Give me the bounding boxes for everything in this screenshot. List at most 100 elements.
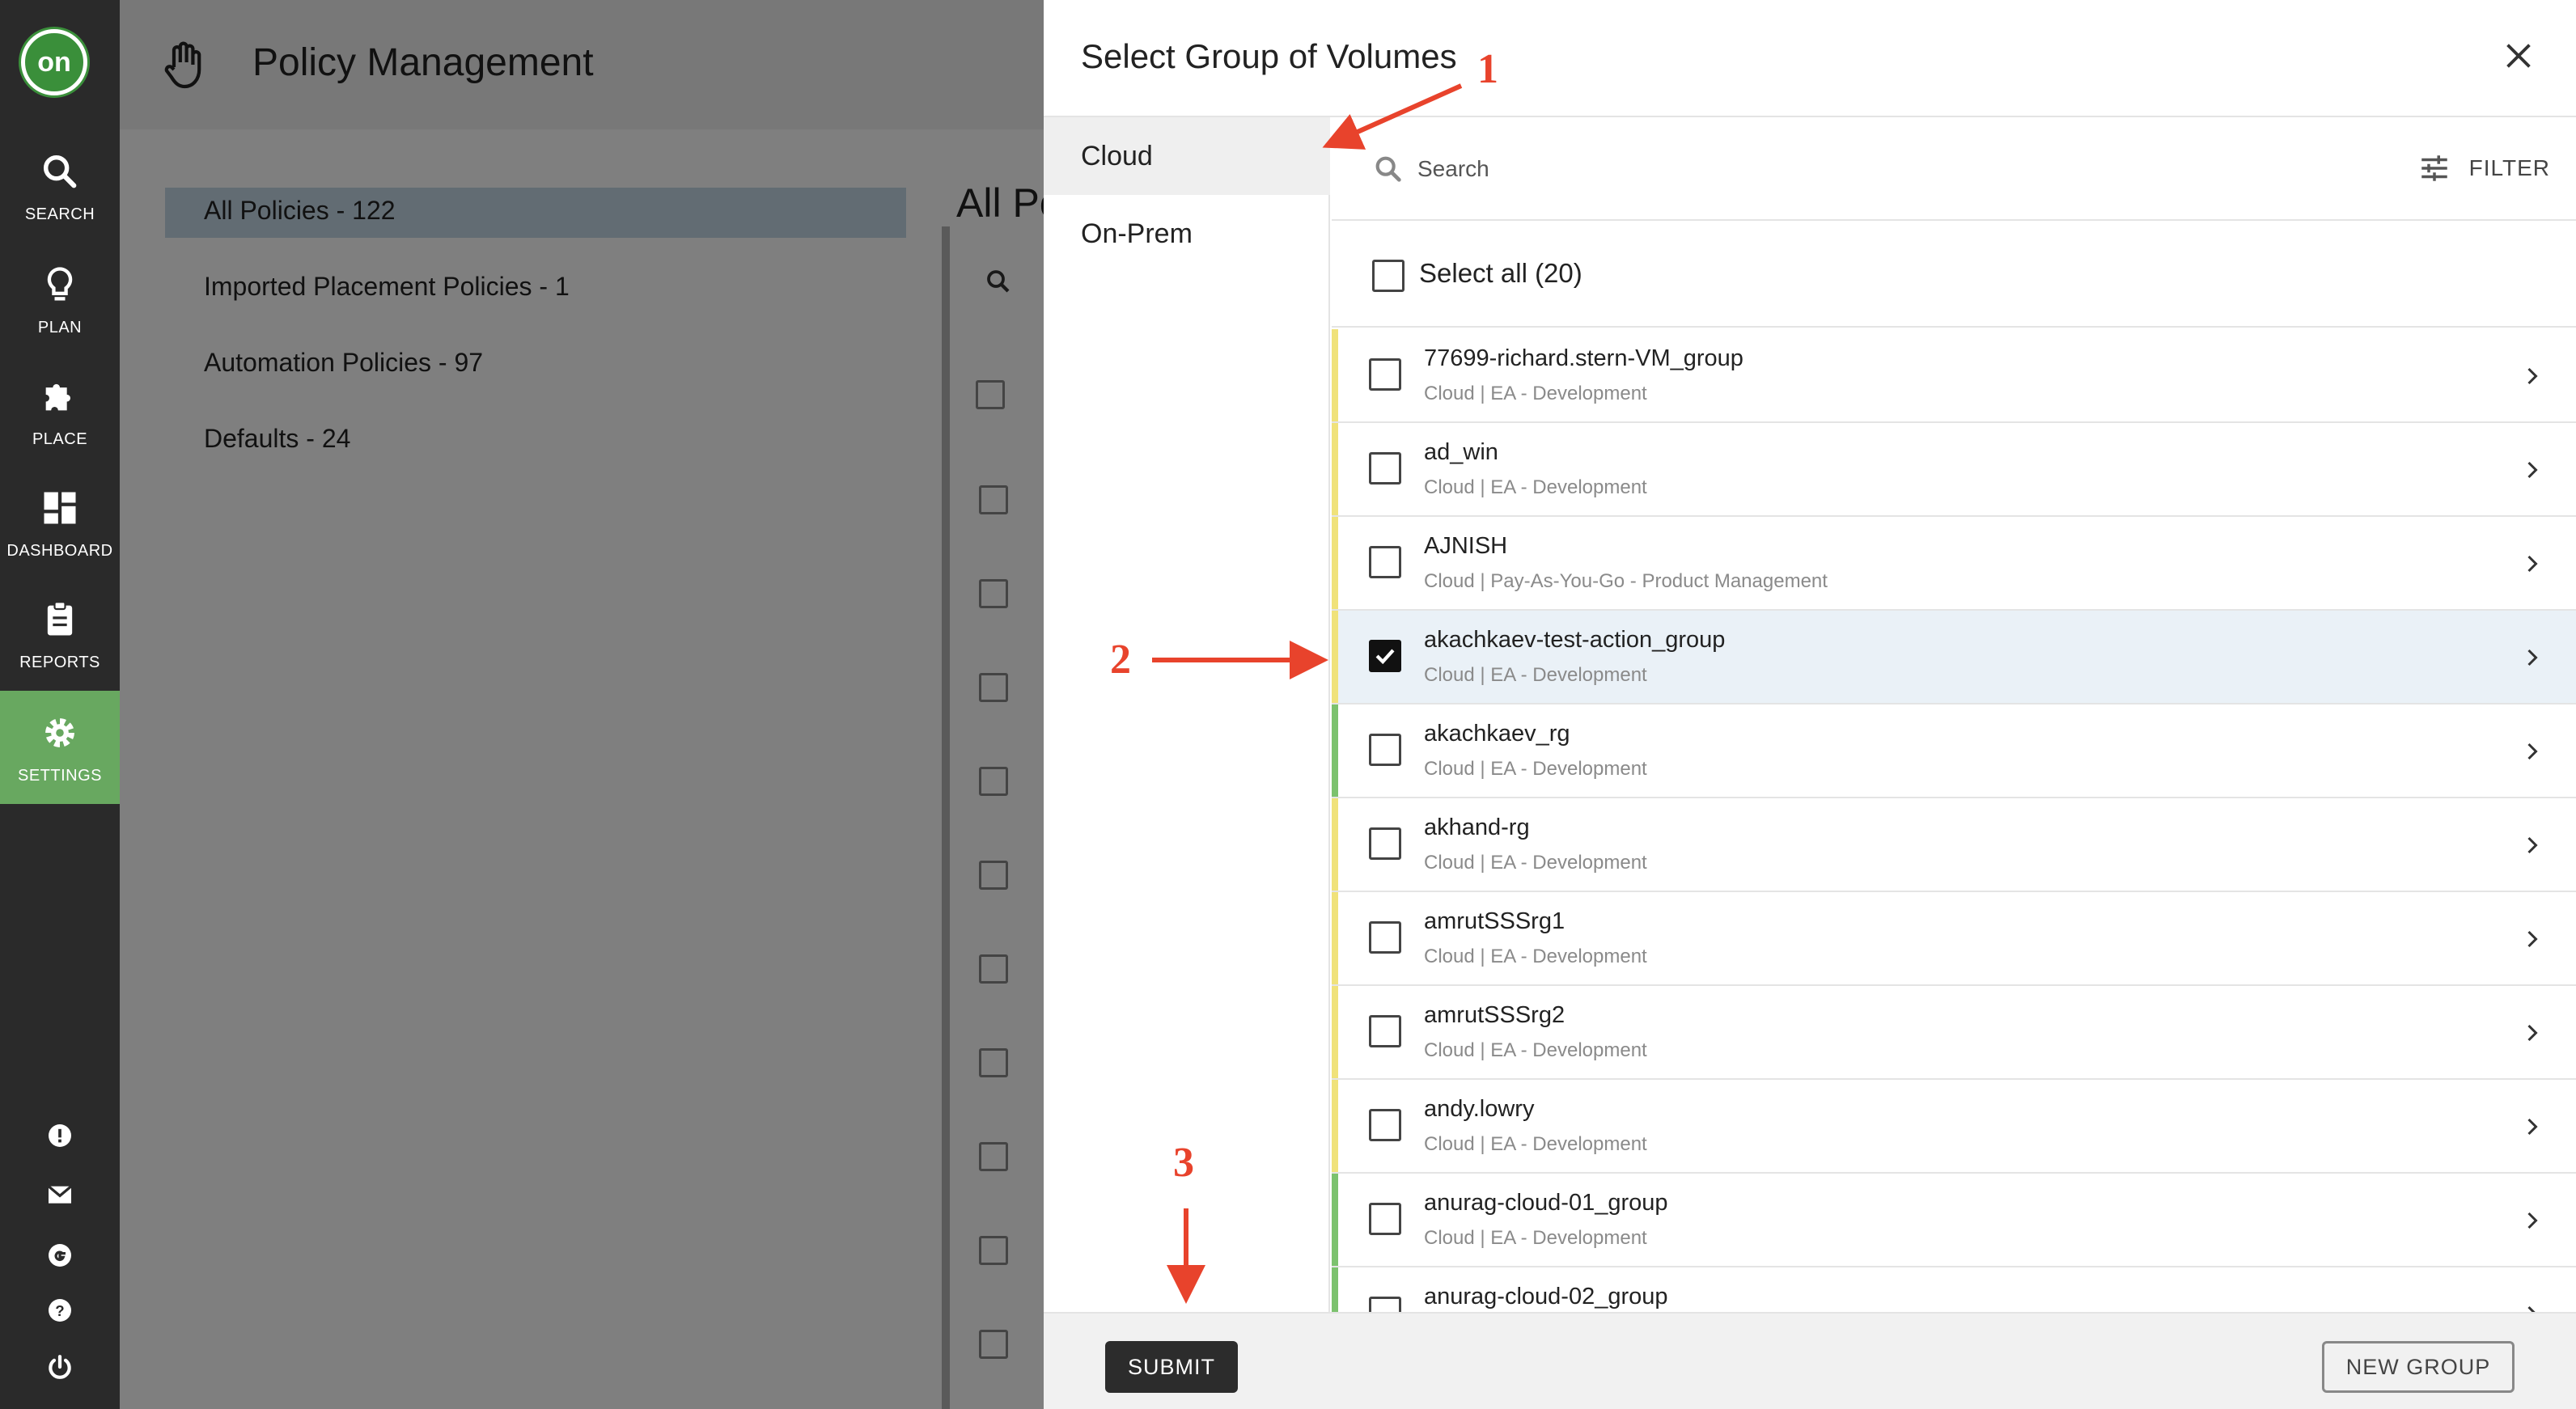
select-all-label: Select all (20) [1419, 258, 1582, 288]
group-row[interactable]: anurag-cloud-01_group Cloud | EA - Develo… [1332, 1174, 2576, 1267]
puzzle-icon [45, 383, 70, 411]
group-checkbox[interactable] [1369, 1015, 1401, 1047]
chevron-right-icon[interactable] [2518, 455, 2547, 484]
group-row[interactable]: 77699-richard.stern-VM_group Cloud | EA -… [1332, 329, 2576, 423]
mail-icon[interactable] [37, 1171, 83, 1216]
nav-place[interactable]: PLACE [0, 354, 120, 468]
chevron-right-icon[interactable] [2518, 643, 2547, 672]
group-checkbox[interactable] [1369, 640, 1401, 672]
group-checkbox[interactable] [1369, 452, 1401, 484]
chevron-right-icon[interactable] [2518, 831, 2547, 860]
lightbulb-icon [47, 267, 73, 301]
help-icon[interactable]: ? [37, 1288, 83, 1333]
category-cloud[interactable]: Cloud [1044, 117, 1330, 195]
nav-label: REPORTS [19, 654, 100, 671]
nav-label: SETTINGS [17, 767, 102, 785]
alert-icon[interactable] [37, 1113, 83, 1158]
search-icon [1375, 156, 1401, 182]
category-panel: Cloud On-Prem [1044, 117, 1330, 1312]
group-checkbox[interactable] [1369, 1203, 1401, 1235]
modal-header: Select Group of Volumes [1044, 0, 2576, 117]
checkmark-icon [1375, 649, 1395, 665]
group-checkbox[interactable] [1369, 827, 1401, 860]
chevron-right-icon[interactable] [2518, 1206, 2547, 1235]
group-name: akhand-rg [1424, 815, 1530, 840]
group-name: AJNISH [1424, 533, 1508, 559]
chevron-right-icon[interactable] [2518, 549, 2547, 578]
group-row[interactable]: anurag-cloud-02_group [1332, 1267, 2576, 1312]
nav-settings[interactable]: SETTINGS [0, 691, 120, 804]
chevron-right-icon[interactable] [2518, 737, 2547, 766]
status-stripe [1332, 986, 1338, 1078]
nav-search[interactable]: SEARCH [0, 129, 120, 243]
group-row[interactable]: amrutSSSrg1 Cloud | EA - Development [1332, 892, 2576, 986]
modal-title: Select Group of Volumes [1081, 37, 1457, 75]
group-meta: Cloud | EA - Development [1424, 1039, 1647, 1061]
chevron-right-icon[interactable] [2518, 362, 2547, 391]
search-bar: FILTER [1332, 117, 2576, 221]
filter-button[interactable]: FILTER [2417, 148, 2550, 188]
category-on-prem[interactable]: On-Prem [1044, 195, 1330, 273]
nav-label: PLAN [37, 319, 83, 336]
chevron-right-icon[interactable] [2518, 1300, 2547, 1312]
group-meta: Cloud | EA - Development [1424, 946, 1647, 967]
status-stripe [1332, 892, 1338, 984]
close-icon[interactable] [2500, 37, 2537, 74]
nav-label: PLACE [32, 430, 88, 448]
group-meta: Cloud | EA - Development [1424, 383, 1647, 404]
group-list-panel: FILTER Select all (20) 77699-richard.ste… [1332, 117, 2576, 1312]
nav-dashboard[interactable]: DASHBOARD [0, 466, 120, 579]
group-name: 77699-richard.stern-VM_group [1424, 345, 1743, 371]
left-nav: on SEARCH PLAN PLACE DASHBOARD REPORTS S… [0, 0, 120, 1409]
group-name: amrutSSSrg2 [1424, 1002, 1566, 1028]
group-meta: Cloud | EA - Development [1424, 852, 1647, 874]
nav-reports[interactable]: REPORTS [0, 578, 120, 691]
status-stripe [1332, 329, 1338, 421]
status-stripe [1332, 1174, 1338, 1266]
group-row[interactable]: andy.lowry Cloud | EA - Development [1332, 1080, 2576, 1174]
group-name: anurag-cloud-01_group [1424, 1190, 1668, 1216]
search-icon [43, 154, 77, 188]
status-stripe [1332, 517, 1338, 609]
group-checkbox[interactable] [1369, 1109, 1401, 1141]
group-checkbox[interactable] [1369, 546, 1401, 578]
chevron-right-icon[interactable] [2518, 925, 2547, 954]
group-checkbox[interactable] [1369, 734, 1401, 766]
status-stripe [1332, 1080, 1338, 1172]
group-row[interactable]: AJNISH Cloud | Pay-As-You-Go - Product Ma… [1332, 517, 2576, 611]
clipboard-icon [47, 601, 73, 636]
group-row[interactable]: ad_win Cloud | EA - Development [1332, 423, 2576, 517]
group-checkbox[interactable] [1369, 1297, 1401, 1312]
group-meta: Cloud | EA - Development [1424, 476, 1647, 498]
group-name: akachkaev_rg [1424, 721, 1570, 747]
group-name: amrutSSSrg1 [1424, 908, 1566, 934]
power-icon[interactable] [37, 1344, 83, 1390]
group-checkbox[interactable] [1369, 921, 1401, 954]
group-checkbox[interactable] [1369, 358, 1401, 391]
select-group-modal: Select Group of Volumes Cloud On-Prem FI… [1044, 0, 2576, 1409]
group-row[interactable]: amrutSSSrg2 Cloud | EA - Development [1332, 986, 2576, 1080]
chevron-right-icon[interactable] [2518, 1112, 2547, 1141]
group-row[interactable]: akachkaev-test-action_group Cloud | EA - … [1332, 611, 2576, 704]
select-all-checkbox[interactable] [1372, 260, 1405, 292]
group-list: 77699-richard.stern-VM_group Cloud | EA -… [1332, 329, 2576, 1312]
status-stripe [1332, 798, 1338, 891]
group-meta: Cloud | EA - Development [1424, 1227, 1647, 1249]
modal-footer: SUBMIT NEW GROUP [1044, 1312, 2576, 1409]
select-all-row[interactable]: Select all (20) [1332, 221, 2576, 328]
new-group-button[interactable]: NEW GROUP [2322, 1341, 2515, 1393]
app-logo[interactable]: on [21, 29, 87, 95]
nav-label: SEARCH [24, 205, 95, 223]
group-name: akachkaev-test-action_group [1424, 627, 1726, 653]
chevron-right-icon[interactable] [2518, 1018, 2547, 1047]
status-stripe [1332, 1267, 1338, 1312]
search-input[interactable] [1417, 145, 2146, 193]
submit-button[interactable]: SUBMIT [1105, 1341, 1238, 1393]
group-name: andy.lowry [1424, 1096, 1535, 1122]
nav-plan[interactable]: PLAN [0, 243, 120, 356]
group-meta: Cloud | EA - Development [1424, 758, 1647, 780]
google-icon[interactable] [37, 1233, 83, 1278]
group-name: anurag-cloud-02_group [1424, 1284, 1668, 1310]
group-row[interactable]: akachkaev_rg Cloud | EA - Development [1332, 704, 2576, 798]
group-row[interactable]: akhand-rg Cloud | EA - Development [1332, 798, 2576, 892]
